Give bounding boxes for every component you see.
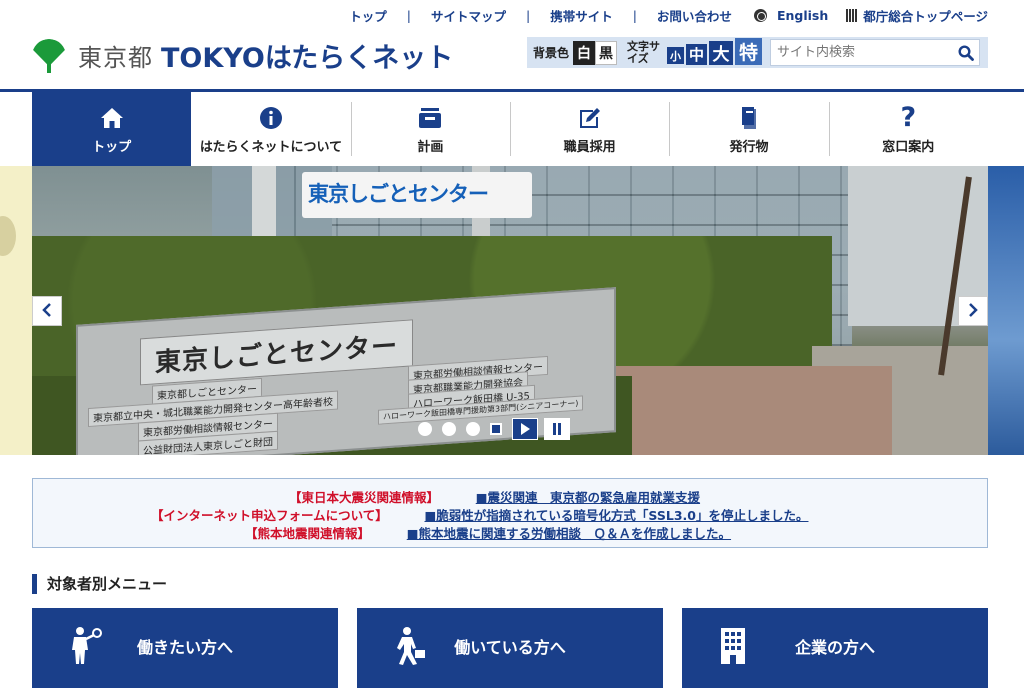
slide-dot-4[interactable] [490, 423, 502, 435]
question-icon: ? [900, 102, 917, 133]
gnav-item-counter[interactable]: ? 窓口案内 [828, 92, 988, 166]
gnav-item-about[interactable]: はたらくネットについて [191, 92, 350, 166]
slide-image-tokyo-shigoto-center: 東京しごとセンター 東京しごとセンター 東京都しごとセンター 東京都立中央・城北… [32, 166, 988, 455]
text-size-medium-button[interactable]: 中 [686, 43, 708, 65]
gnav-label: 窓口案内 [882, 139, 935, 155]
chevron-left-icon [42, 302, 52, 321]
home-icon [99, 104, 125, 132]
utility-nav: トップ | サイトマップ | 携帯サイト | お問い合わせ English 都庁… [349, 6, 988, 25]
card-workers[interactable]: 働いている方へ [357, 608, 663, 688]
util-link-contact[interactable]: お問い合わせ [657, 6, 732, 25]
info-icon [259, 104, 283, 132]
notice-row: 【熊本地震関連情報】 ■熊本地震に関連する労働相談 Ｑ＆Ａを作成しました。 [245, 523, 731, 542]
search-icon[interactable] [953, 40, 979, 65]
util-separator: | [406, 8, 411, 23]
site-logo[interactable]: 東京都 TOKYOはたらくネット [32, 36, 453, 75]
worker-icon [393, 626, 429, 666]
inbox-icon [417, 104, 443, 132]
notice-tag: 【インターネット申込フォームについて】 [151, 508, 388, 523]
pause-icon [553, 423, 561, 435]
util-link-sitemap[interactable]: サイトマップ [431, 6, 506, 25]
gnav-label: トップ [92, 139, 132, 155]
section-title: 対象者別メニュー [32, 574, 167, 594]
gnav-label: 発行物 [729, 139, 769, 155]
gnav-item-top[interactable]: トップ [32, 92, 192, 166]
play-icon [521, 423, 530, 435]
text-size-label: 文字サイズ [627, 39, 661, 65]
tokyo-ginkgo-logo-icon [32, 38, 66, 73]
gnav-label: 職員採用 [563, 139, 616, 155]
play-button[interactable] [512, 418, 538, 440]
logo-tokyo-to: 東京都 [78, 44, 153, 72]
text-size-large-button[interactable]: 大 [709, 40, 734, 65]
gnav-label: 計画 [417, 139, 444, 155]
chevron-right-icon [968, 302, 978, 321]
building-sign: 東京しごとセンター [302, 172, 532, 218]
search-input[interactable] [771, 40, 954, 65]
text-size-small-button[interactable]: 小 [667, 47, 685, 64]
gnav-item-recruit[interactable]: 職員採用 [509, 92, 669, 166]
notice-link[interactable]: ■震災関連 東京都の緊急雇用就業支援 [476, 490, 700, 505]
notice-link[interactable]: ■熊本地震に関連する労働相談 Ｑ＆Ａを作成しました。 [407, 526, 731, 541]
accessibility-tools: 背景色 白 黒 文字サイズ 小 中 大 特 [527, 37, 988, 68]
pause-button[interactable] [544, 418, 570, 440]
plate-title: 東京しごとセンター [140, 319, 414, 386]
text-size-xlarge-button[interactable]: 特 [735, 38, 763, 65]
global-nav: トップ はたらくネットについて 計画 職員採用 発行物 ? 窓口案内 [32, 92, 988, 166]
util-link-top[interactable]: トップ [349, 6, 387, 25]
bg-color-label: 背景色 [533, 46, 570, 60]
slide-dot-3[interactable] [466, 422, 480, 436]
notice-link[interactable]: ■脆弱性が指摘されている暗号化方式「SSL3.0」を停止しました。 [424, 508, 808, 523]
card-job-seekers[interactable]: 働きたい方へ [32, 608, 338, 688]
notice-box: 【東日本大震災関連情報】 ■震災関連 東京都の緊急雇用就業支援 【インターネット… [32, 478, 988, 548]
prev-slide-peek [0, 166, 32, 455]
card-companies[interactable]: 企業の方へ [682, 608, 988, 688]
pen-icon [577, 104, 603, 132]
hero-slider: 東京しごとセンター 東京しごとセンター 東京都しごとセンター 東京都立中央・城北… [0, 166, 1024, 455]
english-link[interactable]: English [777, 8, 828, 23]
globe-icon [753, 9, 767, 22]
bg-white-button[interactable]: 白 [573, 40, 596, 65]
audience-menu: 働きたい方へ 働いている方へ 企業の方へ [32, 608, 988, 688]
notice-tag: 【東日本大震災関連情報】 [289, 490, 440, 505]
jobseeker-icon [68, 626, 104, 666]
notice-row: 【東日本大震災関連情報】 ■震災関連 東京都の緊急雇用就業支援 [289, 487, 700, 506]
bg-black-button[interactable]: 黒 [595, 40, 618, 65]
notice-tag: 【熊本地震関連情報】 [245, 526, 371, 541]
site-search [770, 39, 981, 66]
util-link-mobile[interactable]: 携帯サイト [550, 6, 613, 25]
slide-dot-1[interactable] [418, 422, 432, 436]
slide-pager [418, 418, 576, 440]
util-separator: | [525, 8, 531, 23]
next-slide-peek [988, 166, 1024, 455]
prev-slide-button[interactable] [32, 296, 62, 326]
metro-top-link[interactable]: 都庁総合トップページ [863, 6, 988, 25]
gnav-item-publications[interactable]: 発行物 [669, 92, 828, 166]
gnav-item-plan[interactable]: 計画 [350, 92, 510, 166]
metro-building-icon [846, 9, 858, 22]
gnav-label: はたらくネットについて [199, 139, 343, 155]
book-icon [738, 104, 760, 132]
logo-brand: TOKYOはたらくネット [161, 43, 454, 74]
util-separator: | [632, 8, 637, 23]
building-icon [718, 626, 754, 666]
next-slide-button[interactable] [958, 296, 988, 326]
notice-row: 【インターネット申込フォームについて】 ■脆弱性が指摘されている暗号化方式「SS… [151, 505, 808, 524]
slide-dot-2[interactable] [442, 422, 456, 436]
